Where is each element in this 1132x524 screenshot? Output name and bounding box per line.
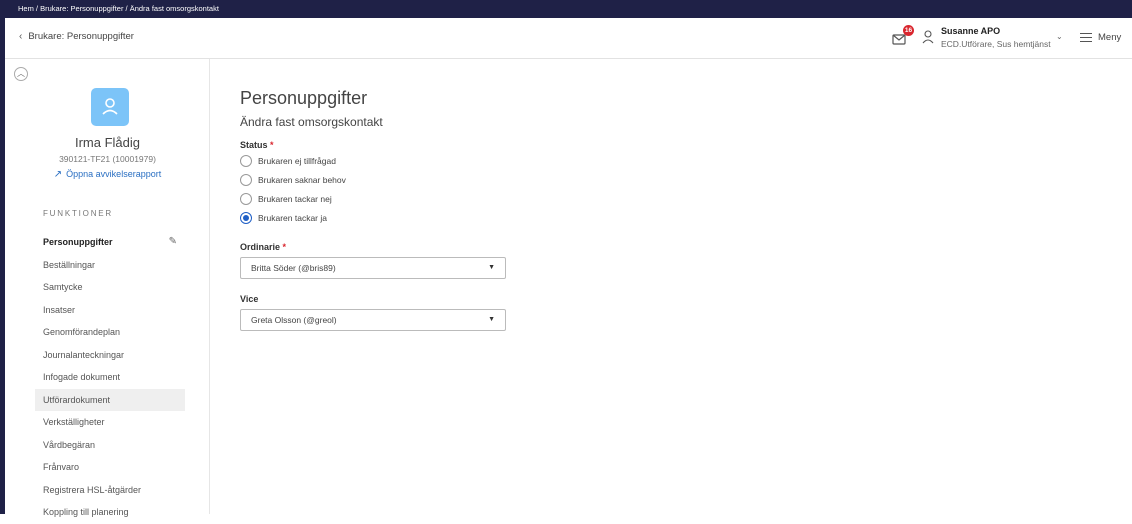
radio-button-selected[interactable] xyxy=(240,212,252,224)
sidebar-item-label: Journalanteckningar xyxy=(43,349,125,360)
sidebar-item-vardbegaran[interactable]: Vårdbegäran xyxy=(35,434,185,457)
user-name: Susanne APO xyxy=(941,26,1001,36)
sidebar-item-label: Beställningar xyxy=(43,259,96,270)
back-link[interactable]: ‹ Brukare: Personuppgifter xyxy=(19,31,134,42)
edit-pencil-icon[interactable]: ✎ xyxy=(169,231,177,254)
vice-select[interactable]: Greta Olsson (@greol) ▼ xyxy=(240,309,506,331)
sidebar-item-genomforandeplan[interactable]: Genomförandeplan xyxy=(35,321,185,344)
ordinarie-label-text: Ordinarie xyxy=(240,242,281,252)
sidebar-item-label: Frånvaro xyxy=(43,462,80,472)
chevron-down-icon: ▼ xyxy=(488,316,495,323)
report-link-label: Öppna avvikelserapport xyxy=(66,169,162,179)
sidebar-item-utforardokument[interactable]: Utförardokument xyxy=(35,388,185,411)
sidebar-item-journalanteckningar[interactable]: Journalanteckningar xyxy=(35,344,185,367)
section-title: FUNKTIONER xyxy=(43,209,113,218)
sidebar-item-label: Insatser xyxy=(43,304,76,315)
status-option-tackar-ja[interactable]: Brukaren tackar ja xyxy=(240,212,327,224)
radio-label: Brukaren ej tillfrågad xyxy=(258,156,336,166)
back-link-label: Brukare: Personuppgifter xyxy=(28,31,134,42)
sidebar-item-registrera-hsl[interactable]: Registrera HSL-åtgärder xyxy=(35,479,185,502)
menu-label: Meny xyxy=(1098,32,1122,43)
chevron-down-icon[interactable]: ⌄ xyxy=(1056,32,1063,41)
top-bar: ‹ Brukare: Personuppgifter 16 Susanne AP… xyxy=(5,18,1132,59)
sidebar-nav: Personuppgifter ✎ Beställningar Samtycke… xyxy=(35,231,185,524)
sidebar-item-verkstalligheter[interactable]: Verkställigheter xyxy=(35,411,185,434)
sidebar-item-infogade-dokument[interactable]: Infogade dokument xyxy=(35,366,185,389)
breadcrumb: Hem / Brukare: Personuppgifter / Ändra f… xyxy=(5,0,1132,18)
avatar xyxy=(91,88,129,126)
sidebar-item-personuppgifter[interactable]: Personuppgifter ✎ xyxy=(35,231,185,254)
notification-badge: 16 xyxy=(903,25,914,36)
user-icon xyxy=(922,30,934,44)
user-role: ECD.Utförare, Sus hemtjänst xyxy=(941,39,1051,49)
sidebar-item-label: Vårdbegäran xyxy=(43,439,96,450)
main-content: Personuppgifter Ändra fast omsorgskontak… xyxy=(240,88,506,331)
sidebar-item-label: Personuppgifter xyxy=(43,237,113,247)
status-label: Status * xyxy=(240,140,274,150)
radio-button[interactable] xyxy=(240,155,252,167)
sidebar-item-insatser[interactable]: Insatser xyxy=(35,299,185,322)
status-label-text: Status xyxy=(240,140,268,150)
hamburger-icon xyxy=(1080,33,1092,43)
radio-label: Brukaren saknar behov xyxy=(258,175,346,185)
sidebar-item-franvaro[interactable]: Frånvaro xyxy=(35,456,185,479)
page-subtitle: Ändra fast omsorgskontakt xyxy=(240,115,383,129)
sidebar-item-label: Genomförandeplan xyxy=(43,327,121,337)
sidebar: ︿ Irma Flådig 390121-TF21 (10001979) ↗ Öp… xyxy=(5,59,210,517)
collapse-button[interactable]: ︿ xyxy=(14,67,28,81)
patient-id: 390121-TF21 (10001979) xyxy=(59,154,156,164)
external-link-icon: ↗ xyxy=(53,169,63,180)
sidebar-item-label: Registrera HSL-åtgärder xyxy=(43,484,142,495)
vice-label: Vice xyxy=(240,294,259,304)
user-icon xyxy=(102,98,118,115)
ordinarie-label: Ordinarie * xyxy=(240,242,286,252)
sidebar-item-samtycke[interactable]: Samtycke xyxy=(35,276,185,299)
sidebar-item-label: Utförardokument xyxy=(43,394,111,405)
patient-name: Irma Flådig xyxy=(74,135,141,150)
status-option-saknar-behov[interactable]: Brukaren saknar behov xyxy=(240,174,346,186)
ordinarie-select-value: Britta Söder (@bris89) xyxy=(251,263,336,273)
chevron-up-icon: ︿ xyxy=(17,69,25,78)
sidebar-item-bestallningar[interactable]: Beställningar xyxy=(35,254,185,277)
chevron-down-icon: ▼ xyxy=(488,264,495,271)
sidebar-item-label: Koppling till planering xyxy=(43,507,129,517)
required-mark: * xyxy=(270,140,274,150)
sidebar-item-label: Samtycke xyxy=(43,282,83,292)
required-mark: * xyxy=(282,242,287,252)
radio-label: Brukaren tackar nej xyxy=(258,194,332,204)
sidebar-item-label: Verkställigheter xyxy=(43,417,105,427)
status-option-ej-tillfragad[interactable]: Brukaren ej tillfrågad xyxy=(240,155,336,167)
ordinarie-select[interactable]: Britta Söder (@bris89) ▼ xyxy=(240,257,506,279)
menu-button[interactable]: Meny xyxy=(1080,32,1121,43)
sidebar-item-koppling-planering[interactable]: Koppling till planering xyxy=(35,501,185,524)
vice-select-value: Greta Olsson (@greol) xyxy=(251,315,337,325)
open-deviation-report-link[interactable]: ↗ Öppna avvikelserapport xyxy=(5,169,210,180)
radio-button[interactable] xyxy=(240,193,252,205)
radio-label: Brukaren tackar ja xyxy=(258,213,327,223)
sidebar-item-label: Infogade dokument xyxy=(43,372,121,382)
page-title: Personuppgifter xyxy=(240,88,368,108)
chevron-left-icon: ‹ xyxy=(19,31,23,42)
status-option-tackar-nej[interactable]: Brukaren tackar nej xyxy=(240,193,332,205)
radio-button[interactable] xyxy=(240,174,252,186)
